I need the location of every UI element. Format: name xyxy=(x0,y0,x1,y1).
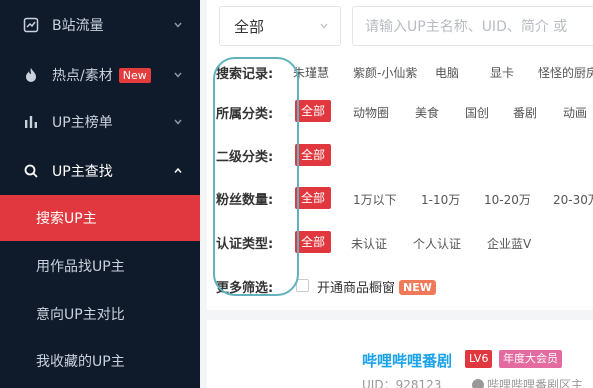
chevron-down-icon xyxy=(172,69,184,81)
sidebar-subitem-find-by-work[interactable]: 用作品找UP主 xyxy=(0,243,200,289)
history-option[interactable]: 怪怪的厨房 xyxy=(538,64,593,81)
vip-badge: 年度大会员 xyxy=(499,350,562,368)
subcategory-all-tag[interactable]: 全部 xyxy=(295,144,332,166)
verify-option[interactable]: 个人认证 xyxy=(413,235,461,252)
labels-highlight-outline xyxy=(213,57,299,296)
sidebar-item-label: 热点/素材 xyxy=(52,68,113,84)
sidebar-subitem-search-up[interactable]: 搜索UP主 xyxy=(0,195,200,241)
filter-panel: 全部 请输入UP主名称、UID、简介 或 搜索记录: 朱瑾慧 紫颜-小仙紫 电脑… xyxy=(207,0,593,310)
chevron-down-icon xyxy=(318,20,330,32)
sidebar-item-up-search[interactable]: UP主查找 xyxy=(0,146,200,196)
flame-icon xyxy=(22,66,40,84)
verify-option[interactable]: 未认证 xyxy=(351,235,387,252)
sidebar-item-up-ranking[interactable]: UP主榜单 xyxy=(0,97,200,147)
scope-select-value: 全部 xyxy=(234,17,265,36)
bar-chart-icon xyxy=(22,113,40,131)
scope-select[interactable]: 全部 xyxy=(219,6,341,46)
category-option[interactable]: 番剧 xyxy=(513,104,537,121)
result-card[interactable]: 哔哩哔哩番剧 LV6 年度大会员 UID：928123 哔哩哔哩番剧区主 xyxy=(207,320,593,388)
bilibili-logo-icon xyxy=(472,379,484,388)
fans-option[interactable]: 1万以下 xyxy=(353,191,397,208)
verify-all-tag[interactable]: 全部 xyxy=(295,231,332,253)
search-input[interactable]: 请输入UP主名称、UID、简介 或 xyxy=(352,6,593,46)
main-content: 全部 请输入UP主名称、UID、简介 或 搜索记录: 朱瑾慧 紫颜-小仙紫 电脑… xyxy=(200,0,593,388)
search-icon xyxy=(22,162,40,180)
level-badge: LV6 xyxy=(465,350,493,368)
sidebar-subitem-compare-up[interactable]: 意向UP主对比 xyxy=(0,291,200,337)
up-uid: UID：928123 xyxy=(362,378,442,388)
sidebar-item-label: UP主查找 xyxy=(52,164,113,180)
sidebar-subitem-favorites[interactable]: 我收藏的UP主 xyxy=(0,338,200,384)
sidebar-item-label: B站流量 xyxy=(52,18,104,34)
sidebar: B站流量 热点/素材 New UP主榜单 UP主查找 搜索UP主 用作品找UP主… xyxy=(0,0,200,388)
sidebar-subitem-label: 用作品找UP主 xyxy=(36,259,125,275)
chevron-up-icon xyxy=(172,165,184,177)
new-badge: NEW xyxy=(399,280,436,295)
up-name-link[interactable]: 哔哩哔哩番剧 xyxy=(362,350,452,371)
sidebar-subitem-label: 意向UP主对比 xyxy=(36,307,125,323)
sidebar-subitem-label: 我收藏的UP主 xyxy=(36,354,125,370)
history-option[interactable]: 紫颜-小仙紫 xyxy=(353,64,417,81)
new-badge: New xyxy=(118,68,151,83)
shop-window-checkbox-label: 开通商品橱窗 xyxy=(317,281,396,296)
category-option[interactable]: 动物圈 xyxy=(353,104,389,121)
chart-line-icon xyxy=(22,16,40,34)
history-option[interactable]: 显卡 xyxy=(490,64,514,81)
chevron-down-icon xyxy=(172,116,184,128)
history-option[interactable]: 电脑 xyxy=(435,64,459,81)
search-placeholder: 请输入UP主名称、UID、简介 或 xyxy=(365,19,568,35)
sidebar-item-label: UP主榜单 xyxy=(52,115,113,131)
sidebar-item-bilibili-traffic[interactable]: B站流量 xyxy=(0,0,200,50)
fans-option[interactable]: 20-30万 xyxy=(553,191,593,208)
sidebar-item-hot-material[interactable]: 热点/素材 New xyxy=(0,50,200,100)
category-option[interactable]: 国创 xyxy=(465,104,489,121)
sidebar-subitem-label: 搜索UP主 xyxy=(36,211,97,227)
fans-option[interactable]: 10-20万 xyxy=(484,191,531,208)
up-subtitle: 哔哩哔哩番剧区主 xyxy=(487,378,584,388)
fans-all-tag[interactable]: 全部 xyxy=(295,187,332,209)
shop-window-checkbox[interactable] xyxy=(296,279,309,292)
category-option[interactable]: 美食 xyxy=(415,104,439,121)
verify-option[interactable]: 企业蓝V xyxy=(487,235,531,252)
category-all-tag[interactable]: 全部 xyxy=(295,100,332,122)
category-option[interactable]: 动画 xyxy=(563,104,587,121)
chevron-down-icon xyxy=(172,19,184,31)
fans-option[interactable]: 1-10万 xyxy=(421,191,460,208)
